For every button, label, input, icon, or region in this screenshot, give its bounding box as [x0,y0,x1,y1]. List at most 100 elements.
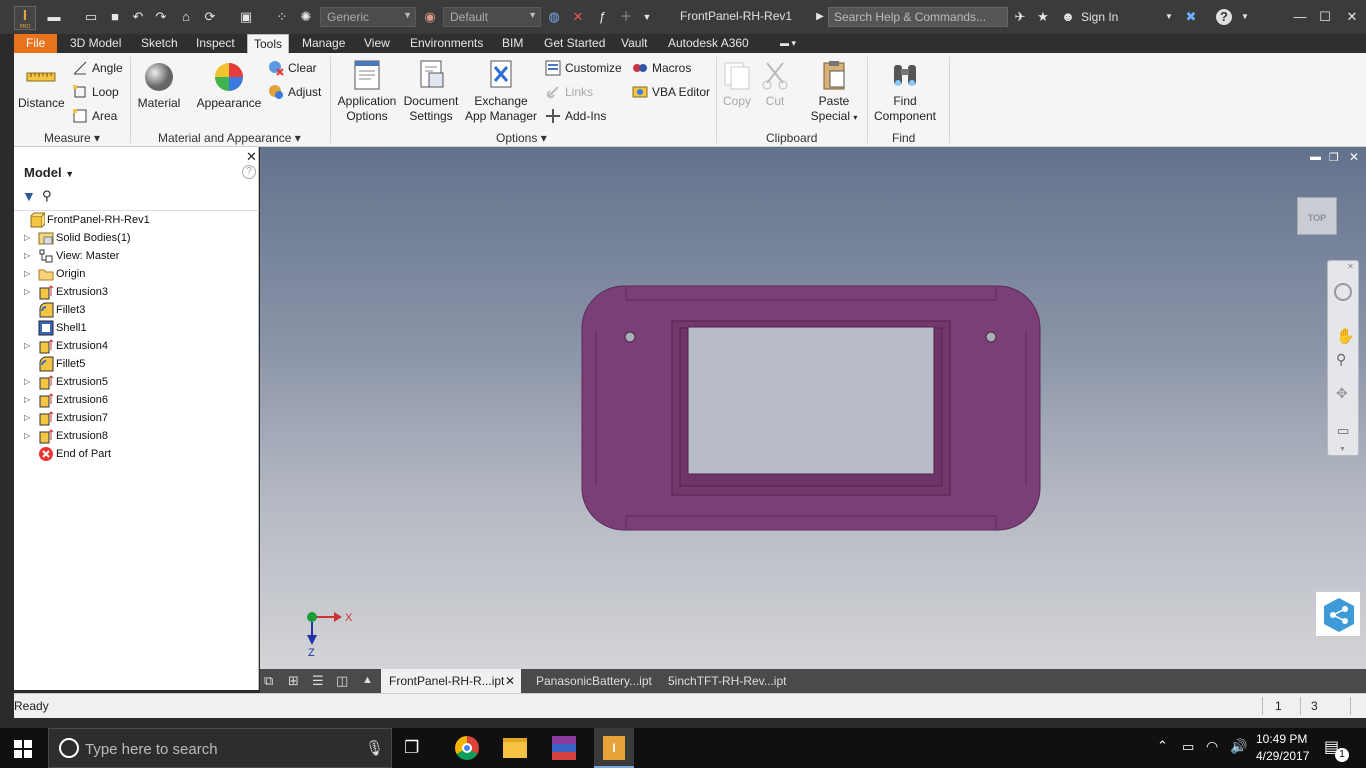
tab-get-started[interactable]: Get Started [538,34,611,53]
share-view-button[interactable] [1315,591,1361,637]
macros-button[interactable]: Macros [632,59,691,77]
vba-editor-button[interactable]: VBA Editor [632,83,710,101]
tile-vertical-icon[interactable]: ◫ [336,673,348,689]
tile-horizontal-icon[interactable]: ☰ [312,673,324,689]
sign-in-link[interactable]: Sign In [1081,10,1118,24]
distance-button[interactable]: Distance [18,61,65,111]
graphics-viewport[interactable]: ▬ ❐ ✕ TOP ✕ ✋ ⚲ ✥ ▭ ▼ X Z [260,147,1366,669]
clear-small-icon[interactable]: ✕ [570,9,586,25]
expand-arrow-icon[interactable]: ▷ [24,283,30,301]
loop-button[interactable]: Loop [72,83,119,101]
tab-sketch[interactable]: Sketch [135,34,184,53]
adjust-button[interactable]: Adjust [268,83,321,101]
measure-group-label[interactable]: Measure ▾ [44,131,100,145]
doc-tab-frontpanel[interactable]: FrontPanel-RH-R...ipt ✕ [381,669,521,693]
chrome-taskbar-icon[interactable] [455,736,479,760]
cut-button[interactable]: Cut [758,59,792,109]
customize-qat-icon[interactable]: ▼ [639,9,655,25]
tab-bim[interactable]: BIM [496,34,529,53]
expand-arrow-icon[interactable]: ▷ [24,229,30,247]
clear-button[interactable]: Clear [268,59,317,77]
show-hidden-icons[interactable]: ⌃ [1157,738,1168,754]
tab-autodesk-a360[interactable]: Autodesk A360 [662,34,755,53]
taskbar-date[interactable]: 4/29/2017 [1256,749,1309,763]
area-button[interactable]: Area [72,107,117,125]
close-icon[interactable]: ✕ [1344,9,1360,25]
viewport-minimize-icon[interactable]: ▬ [1310,151,1321,163]
cascade-windows-icon[interactable]: ⧉ [264,673,273,689]
expand-arrow-icon[interactable]: ▷ [24,247,30,265]
tab-view[interactable]: View [358,34,396,53]
save-icon[interactable]: ■ [107,9,123,25]
appearance-button[interactable]: Appearance [194,61,264,111]
inventor-taskbar-icon[interactable]: I [594,728,634,768]
adjust-small-icon[interactable]: ◍ [546,9,562,25]
angle-button[interactable]: Angle [72,59,123,77]
browser-title[interactable]: Model ▼ [24,165,74,180]
exchange-app-manager-button[interactable]: Exchange App Manager [462,59,540,124]
part-model[interactable] [580,284,1042,532]
browser-close-icon[interactable]: ✕ [246,149,257,165]
taskbar-search-box[interactable]: Type here to search 🎙 [48,728,392,768]
maximize-icon[interactable]: ☐ [1317,9,1333,25]
expand-arrow-icon[interactable]: ▷ [24,337,30,355]
open-documents-icon[interactable]: ▲ [362,674,373,686]
volume-icon[interactable]: 🔊 [1230,738,1247,755]
find-component-button[interactable]: Find Component [871,59,939,124]
microphone-icon[interactable]: 🎙 [365,739,384,757]
pan-icon[interactable]: ✋ [1336,327,1355,345]
wifi-icon[interactable]: ◠ [1206,738,1218,755]
expand-arrow-icon[interactable]: ▷ [24,391,30,409]
doc-tab-close-icon[interactable]: ✕ [505,669,515,693]
favorites-star-icon[interactable]: ★ [1035,9,1051,25]
sign-in-dropdown-icon[interactable]: ▼ [1161,9,1177,25]
options-group-label[interactable]: Options ▾ [496,131,547,145]
tab-tools[interactable]: Tools [247,34,290,53]
redo-icon[interactable]: ↷ [153,9,169,25]
binoculars-search-icon[interactable]: ✈ [1012,9,1028,25]
material-button[interactable]: Material [134,61,184,111]
expand-arrow-icon[interactable]: ▷ [24,373,30,391]
tab-file[interactable]: File [14,34,58,53]
viewport-close-icon[interactable]: ✕ [1349,150,1359,164]
windows-start-icon[interactable] [14,740,32,758]
taskbar-time[interactable]: 10:49 PM [1256,732,1307,746]
new-icon[interactable]: ▬ [46,9,62,25]
expand-arrow-icon[interactable]: ▷ [24,409,30,427]
copy-button[interactable]: Copy [720,59,754,109]
minimize-icon[interactable]: — [1292,9,1308,25]
user-icon[interactable]: ☻ [1060,9,1076,25]
viewport-restore-icon[interactable]: ❐ [1329,151,1339,164]
undo-icon[interactable]: ↶ [130,9,146,25]
find-binoculars-icon[interactable]: ⚲ [42,188,52,204]
orbit-icon[interactable]: ✥ [1336,385,1348,402]
file-explorer-taskbar-icon[interactable] [503,738,527,758]
zoom-icon[interactable]: ⚲ [1336,351,1346,368]
app-icon[interactable]: I PRO [14,6,36,30]
task-view-icon[interactable]: ❐ [404,738,419,758]
select-icon[interactable]: ▣ [238,9,254,25]
tab-inspect[interactable]: Inspect [190,34,241,53]
application-options-button[interactable]: Application Options [334,59,400,124]
expand-arrow-icon[interactable]: ▷ [24,265,30,283]
tab-manage[interactable]: Manage [296,34,351,53]
formula-icon[interactable]: ƒ [594,9,610,25]
browser-help-icon[interactable]: ? [242,165,256,179]
tab-environments[interactable]: Environments [404,34,489,53]
paste-special-button[interactable]: Paste Special ▾ [810,59,858,125]
document-settings-button[interactable]: Document Settings [400,59,462,124]
expand-arrow-icon[interactable]: ▷ [24,427,30,445]
add-ins-button[interactable]: Add-Ins [545,107,606,125]
look-at-icon[interactable]: ▭ [1337,423,1349,439]
color-wheel-icon[interactable]: ✺ [298,9,314,25]
exchange-x-icon[interactable]: ✖ [1183,9,1199,25]
add-icon[interactable]: ＋ [618,9,634,25]
battery-icon[interactable]: ▭ [1182,739,1194,755]
help-search-input[interactable]: Search Help & Commands... [828,7,1008,27]
ribbon-options-icon[interactable]: ▬ ▾ [774,34,802,53]
material-appearance-group-label[interactable]: Material and Appearance ▾ [158,131,301,145]
tab-vault[interactable]: Vault [615,34,653,53]
search-expand-icon[interactable]: ▶ [812,9,828,25]
viewcube[interactable]: TOP [1297,197,1337,235]
tab-3d-model[interactable]: 3D Model [64,34,127,53]
